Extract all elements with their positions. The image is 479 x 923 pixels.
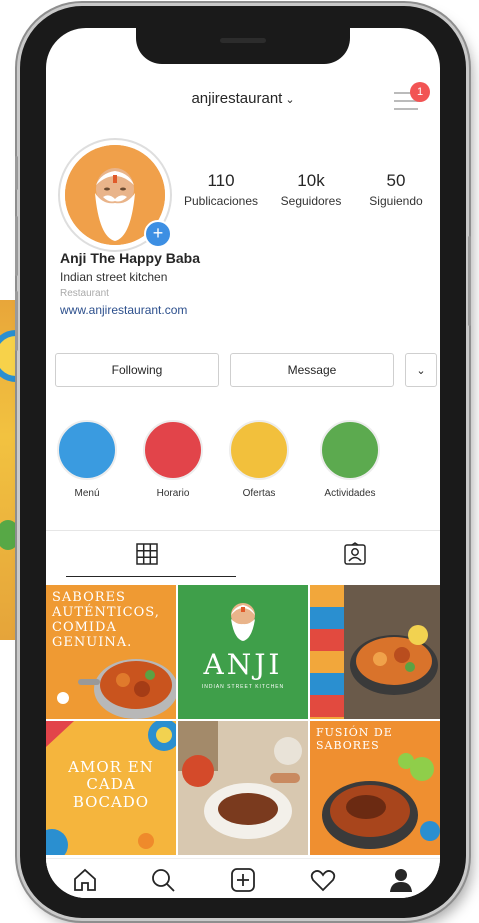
phone-screen: anjirestaurant ⌄ 1 + 110 Publicaciones 1… (46, 28, 440, 898)
food-plate-icon (350, 625, 438, 695)
anji-logo-text: ANJI (203, 648, 283, 681)
notification-badge: 1 (410, 82, 430, 102)
highlight-menu[interactable]: Menú (57, 420, 117, 499)
add-story-icon[interactable]: + (144, 220, 172, 248)
post-tile-5[interactable] (178, 721, 308, 855)
highlight-actividades[interactable]: Actividades (315, 420, 385, 499)
highlight-horario[interactable]: Horario (143, 420, 203, 499)
highlight-circle (57, 420, 117, 480)
chevron-down-icon: ⌄ (285, 94, 295, 106)
username: anjirestaurant (191, 90, 283, 107)
tagged-icon (344, 542, 366, 565)
highlight-circle (229, 420, 289, 480)
pattern-strip (310, 585, 344, 719)
stat-label: Siguiendo (369, 194, 423, 208)
profile-header: anjirestaurant ⌄ 1 (46, 82, 440, 116)
highlight-ofertas[interactable]: Ofertas (229, 420, 289, 499)
stat-label: Seguidores (280, 194, 342, 208)
profile-bio: Anji The Happy Baba Indian street kitche… (60, 250, 430, 317)
heart-icon[interactable] (310, 867, 336, 893)
post-tile-1[interactable]: SABORES AUTÉNTICOS, COMIDA GENUINA. (46, 585, 176, 719)
following-button[interactable]: Following (55, 353, 219, 387)
mute-switch (15, 156, 18, 190)
category-label: Restaurant (60, 288, 109, 299)
volume-up-button (15, 216, 18, 276)
post-tile-4[interactable]: AMOR EN CADA BOCADO (46, 721, 176, 855)
bio-description: Indian street kitchen (60, 270, 168, 284)
logo-mark-icon (57, 692, 69, 704)
search-icon[interactable] (150, 867, 176, 893)
display-name: Anji The Happy Baba (60, 250, 201, 266)
stat-value: 50 (386, 171, 406, 190)
profile-icon[interactable] (388, 867, 414, 893)
stat-posts[interactable]: 110 Publicaciones (176, 171, 266, 208)
curry-bowl-icon (78, 659, 176, 719)
phone-frame: anjirestaurant ⌄ 1 + 110 Publicaciones 1… (15, 6, 471, 918)
baba-logo-icon (231, 603, 255, 641)
speaker (220, 38, 266, 43)
grid-icon (136, 543, 158, 565)
post-tile-6[interactable]: FUSIÓN DE SABORES (310, 721, 440, 855)
stat-value: 110 (207, 171, 235, 190)
stat-followers[interactable]: 10k Seguidores (266, 171, 356, 208)
bottom-nav (46, 858, 440, 898)
highlight-label: Actividades (324, 488, 376, 499)
profile-tabs (46, 530, 440, 577)
post-grid: SABORES AUTÉNTICOS, COMIDA GENUINA. ANJI… (46, 585, 440, 857)
post-tile-3[interactable] (310, 585, 440, 719)
message-button[interactable]: Message (230, 353, 394, 387)
volume-down-button (15, 291, 18, 351)
stat-value: 10k (297, 171, 325, 190)
home-icon[interactable] (72, 867, 98, 893)
stat-label: Publicaciones (183, 194, 259, 208)
highlight-label: Horario (156, 488, 190, 499)
post-caption: AMOR EN CADA BOCADO (68, 758, 154, 811)
website-link[interactable]: www.anjirestaurant.com (60, 303, 430, 317)
notch (136, 28, 350, 64)
anji-logo-subtitle: INDIAN STREET KITCHEN (201, 684, 285, 690)
post-caption: FUSIÓN DE SABORES (316, 726, 393, 752)
tab-tagged[interactable] (243, 531, 440, 577)
suggested-dropdown-button[interactable]: ⌄ (405, 353, 437, 387)
highlight-circle (320, 420, 380, 480)
highlight-label: Menú (74, 488, 100, 499)
chevron-down-icon: ⌄ (416, 365, 426, 377)
active-tab-indicator (66, 576, 236, 577)
highlight-circle (143, 420, 203, 480)
add-post-icon[interactable] (230, 867, 256, 893)
power-button (468, 236, 471, 326)
highlight-label: Ofertas (242, 488, 276, 499)
food-photo-icon (178, 721, 308, 855)
avatar[interactable]: + (58, 138, 172, 252)
stat-following[interactable]: 50 Siguiendo (356, 171, 436, 208)
chicken-dish-icon (322, 753, 440, 849)
post-tile-2[interactable]: ANJI INDIAN STREET KITCHEN (178, 585, 308, 719)
username-switcher[interactable]: anjirestaurant ⌄ (46, 90, 440, 107)
post-caption: SABORES AUTÉNTICOS, COMIDA GENUINA. (52, 590, 160, 650)
tab-grid[interactable] (46, 531, 243, 577)
